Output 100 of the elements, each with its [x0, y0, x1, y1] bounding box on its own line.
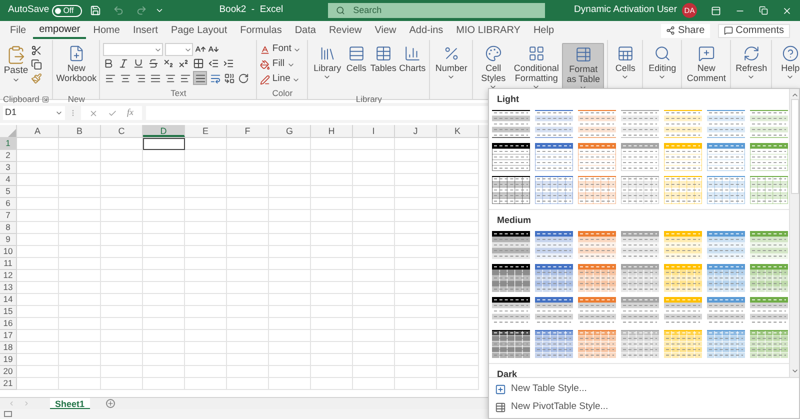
grid-cell[interactable]: [395, 318, 437, 330]
ribbon-button[interactable]: Number: [433, 43, 470, 93]
grid-cell[interactable]: [227, 306, 269, 318]
row-header[interactable]: 16: [0, 318, 17, 330]
grid-cell[interactable]: [17, 282, 59, 294]
ribbon-tab[interactable]: File: [4, 22, 32, 39]
row-header[interactable]: 19: [0, 354, 17, 366]
menu-item[interactable]: New PivotTable Style...: [489, 398, 799, 416]
ribbon-button[interactable]: Conditional Formatting: [511, 43, 562, 93]
grid-cell[interactable]: [101, 150, 143, 162]
grid-cell[interactable]: [17, 270, 59, 282]
grid-cell[interactable]: [101, 378, 143, 390]
autosave-toggle[interactable]: Off: [52, 4, 82, 16]
table-style-option[interactable]: [492, 330, 530, 358]
grid-cell[interactable]: [17, 138, 59, 150]
ribbon-button[interactable]: Charts: [398, 43, 426, 93]
ribbon-tab[interactable]: Data: [288, 22, 322, 39]
grid-cell[interactable]: [437, 294, 479, 306]
grid-cell[interactable]: [59, 342, 101, 354]
scroll-down-icon[interactable]: [790, 367, 798, 375]
grid-cell[interactable]: [395, 198, 437, 210]
row-header[interactable]: 7: [0, 210, 17, 222]
column-header[interactable]: J: [395, 125, 437, 137]
row-header[interactable]: 5: [0, 186, 17, 198]
grid-cell[interactable]: [437, 162, 479, 174]
grid-cell[interactable]: [143, 366, 185, 378]
grid-cell[interactable]: [395, 234, 437, 246]
grid-cell[interactable]: [101, 270, 143, 282]
format-color-button[interactable]: Font: [260, 43, 304, 56]
cancel-icon[interactable]: [89, 108, 98, 118]
ribbon-button[interactable]: Cell Styles: [476, 43, 510, 93]
grid-cell[interactable]: [143, 246, 185, 258]
grid-cell[interactable]: [143, 282, 185, 294]
grid-cell[interactable]: [437, 138, 479, 150]
grid-cell[interactable]: [395, 294, 437, 306]
grid-cell[interactable]: [437, 234, 479, 246]
grid-cell[interactable]: [311, 294, 353, 306]
grid-cell[interactable]: [437, 258, 479, 270]
grid-cell[interactable]: [269, 330, 311, 342]
previous-sheet-icon[interactable]: [8, 400, 15, 407]
grid-cell[interactable]: [437, 210, 479, 222]
grid-cell[interactable]: [101, 330, 143, 342]
grid-cell[interactable]: [227, 150, 269, 162]
grid-cell[interactable]: [101, 354, 143, 366]
grid-cell[interactable]: [395, 174, 437, 186]
grid-cell[interactable]: [101, 210, 143, 222]
row-header[interactable]: 11: [0, 258, 17, 270]
grid-cell[interactable]: [437, 270, 479, 282]
grid-cell[interactable]: [395, 330, 437, 342]
grid-cell[interactable]: [227, 366, 269, 378]
grid-cell[interactable]: [353, 222, 395, 234]
grid-cell[interactable]: [353, 198, 395, 210]
ribbon-tab[interactable]: Insert: [126, 22, 164, 39]
grid-cell[interactable]: [101, 198, 143, 210]
column-header[interactable]: K: [437, 125, 479, 137]
grid-cell[interactable]: [353, 138, 395, 150]
column-header[interactable]: D: [143, 125, 185, 137]
ribbon-tab[interactable]: Add-ins: [403, 22, 450, 39]
grid-cell[interactable]: [185, 294, 227, 306]
grid-cell[interactable]: [437, 282, 479, 294]
grid-cell[interactable]: [311, 198, 353, 210]
font-name-field[interactable]: [103, 43, 164, 56]
grid-cell[interactable]: [143, 342, 185, 354]
table-style-option[interactable]: [492, 110, 530, 138]
grid-cell[interactable]: [395, 210, 437, 222]
row-header[interactable]: 17: [0, 330, 17, 342]
grid-cell[interactable]: [17, 258, 59, 270]
grid-cell[interactable]: [227, 162, 269, 174]
enter-icon[interactable]: [108, 108, 117, 118]
grid-cell[interactable]: [437, 330, 479, 342]
grid-cell[interactable]: [269, 222, 311, 234]
grid-cell[interactable]: [269, 198, 311, 210]
grid-cell[interactable]: [59, 210, 101, 222]
grid-cell[interactable]: [185, 186, 227, 198]
grid-cell[interactable]: [311, 366, 353, 378]
ribbon-button[interactable]: Cells: [611, 43, 640, 93]
grid-cell[interactable]: [395, 150, 437, 162]
ribbon-tab[interactable]: View: [368, 22, 402, 39]
grid-cell[interactable]: [17, 174, 59, 186]
column-header[interactable]: E: [185, 125, 227, 137]
column-header[interactable]: G: [269, 125, 311, 137]
grid-cell[interactable]: [59, 282, 101, 294]
grid-cell[interactable]: [395, 306, 437, 318]
ribbon-button[interactable]: Tables: [369, 43, 398, 93]
grid-cell[interactable]: [101, 258, 143, 270]
grid-cell[interactable]: [311, 342, 353, 354]
grid-cell[interactable]: [185, 378, 227, 390]
grid-cell[interactable]: [101, 174, 143, 186]
copy-icon[interactable]: [31, 59, 42, 70]
grid-cell[interactable]: [353, 234, 395, 246]
row-header[interactable]: 20: [0, 366, 17, 378]
grid-cell[interactable]: [395, 354, 437, 366]
grid-cell[interactable]: [353, 378, 395, 390]
grid-cell[interactable]: [311, 234, 353, 246]
grid-cell[interactable]: [437, 150, 479, 162]
grid-cell[interactable]: [59, 198, 101, 210]
paste-button[interactable]: Paste: [3, 43, 29, 93]
grid-cell[interactable]: [437, 342, 479, 354]
table-style-option[interactable]: [492, 143, 530, 171]
row-header[interactable]: 2: [0, 150, 17, 162]
